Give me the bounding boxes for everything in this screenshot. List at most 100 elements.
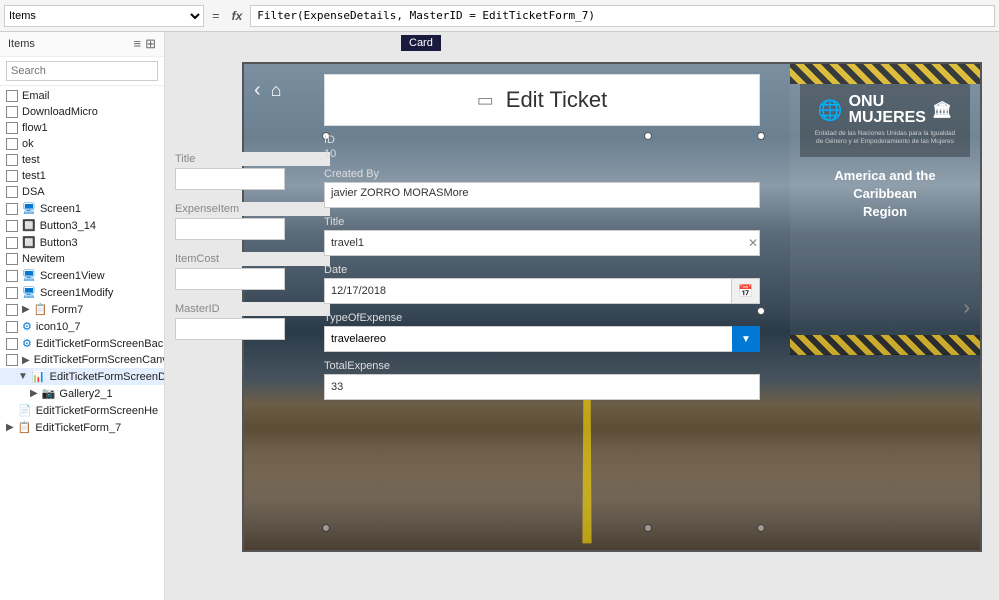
right-arrow-icon[interactable]: ›	[963, 297, 970, 320]
left-title-label: Title	[175, 152, 330, 166]
item-label: EditTicketFormScreenDataC	[50, 371, 164, 383]
checkbox[interactable]	[6, 186, 18, 198]
date-field: Date 📅	[324, 264, 760, 304]
left-panel-header: Items ≡ ⊞	[0, 32, 164, 57]
item-icon: 📄	[18, 404, 32, 417]
created-by-value: javier ZORRO MORASMore	[324, 182, 760, 208]
checkbox[interactable]	[6, 138, 18, 150]
left-title-input[interactable]	[175, 168, 285, 190]
checkbox[interactable]	[6, 90, 18, 102]
form-icon: 📋	[34, 303, 48, 316]
list-item[interactable]: ▶ 📷 Gallery2_1	[0, 385, 164, 402]
checkbox[interactable]	[6, 106, 18, 118]
item-label: Button3_14	[40, 220, 96, 232]
screen-icon: 🖥	[22, 202, 36, 215]
checkbox[interactable]	[6, 270, 18, 282]
list-item[interactable]: 🖥 Screen1	[0, 200, 164, 217]
checkbox[interactable]	[6, 203, 18, 215]
item-label: EditTicketForm_7	[35, 422, 121, 434]
checkbox[interactable]	[6, 122, 18, 134]
expand-icon[interactable]: ▼	[18, 371, 28, 382]
left-master-input[interactable]	[175, 318, 285, 340]
items-dropdown[interactable]: Items	[4, 5, 204, 27]
grid-view-icon[interactable]: ⊞	[145, 36, 156, 52]
list-item[interactable]: 🖥 Screen1View	[0, 267, 164, 284]
item-label: Button3	[40, 237, 78, 249]
left-expense-label: ExpenseItem	[175, 202, 330, 216]
list-item[interactable]: test	[0, 152, 164, 168]
created-by-field: Created By javier ZORRO MORASMore	[324, 168, 760, 208]
button-icon: 🔲	[22, 236, 36, 249]
item-label: Newitem	[22, 253, 65, 265]
list-item[interactable]: ok	[0, 136, 164, 152]
item-label: Screen1View	[40, 270, 105, 282]
list-item[interactable]: 📄 EditTicketFormScreenHe	[0, 402, 164, 419]
checkbox[interactable]	[6, 304, 18, 316]
item-label: EditTicketFormScreenCanvas_7	[34, 354, 164, 366]
left-expense-field: ExpenseItem	[175, 202, 330, 240]
list-item[interactable]: ⚙ icon10_7	[0, 318, 164, 335]
expand-icon[interactable]: ▶	[22, 304, 30, 315]
checkbox[interactable]	[6, 321, 18, 333]
list-item[interactable]: 🔲 Button3_14	[0, 217, 164, 234]
checkbox[interactable]	[6, 154, 18, 166]
list-item[interactable]: ▶ EditTicketFormScreenCanvas_7	[0, 352, 164, 368]
item-label: test1	[22, 170, 46, 182]
list-item[interactable]: ⚙ EditTicketFormScreenBack_25	[0, 335, 164, 352]
list-item[interactable]: 🖥 Screen1Modify	[0, 284, 164, 301]
item-label: Email	[22, 90, 50, 102]
list-view-icon[interactable]: ≡	[134, 36, 142, 52]
list-item[interactable]: ▶ 📋 EditTicketForm_7	[0, 419, 164, 436]
checkbox[interactable]	[6, 253, 18, 265]
list-item[interactable]: Email	[0, 88, 164, 104]
list-item[interactable]: DSA	[0, 184, 164, 200]
title-input[interactable]	[324, 230, 760, 256]
checkbox[interactable]	[6, 170, 18, 182]
item-label: Form7	[51, 304, 83, 316]
list-item[interactable]: DownloadMicro	[0, 104, 164, 120]
form-icon: 📋	[18, 421, 32, 434]
expand-icon[interactable]: ▶	[22, 355, 30, 366]
canvas-area: Card Title ExpenseItem ItemCost MasterID	[165, 32, 999, 600]
date-input[interactable]	[324, 278, 732, 304]
calendar-icon[interactable]: 📅	[732, 278, 760, 304]
title-clear-icon[interactable]: ✕	[748, 236, 758, 250]
checkbox[interactable]	[6, 338, 18, 350]
list-item[interactable]: test1	[0, 168, 164, 184]
list-item[interactable]: flow1	[0, 120, 164, 136]
type-select[interactable]: travelaereo	[324, 326, 760, 352]
expand-icon[interactable]: ▶	[6, 422, 14, 433]
left-expense-input[interactable]	[175, 218, 285, 240]
left-title-field: Title	[175, 152, 330, 190]
search-input[interactable]	[6, 61, 158, 81]
date-label: Date	[324, 264, 760, 276]
item-label: DownloadMicro	[22, 106, 98, 118]
equals-symbol: =	[208, 8, 224, 23]
left-cost-input[interactable]	[175, 268, 285, 290]
list-item[interactable]: 🔲 Button3	[0, 234, 164, 251]
checkbox[interactable]	[6, 220, 18, 232]
type-select-wrapper: travelaereo ▼	[324, 326, 760, 352]
edit-ticket-header: ▭ Edit Ticket	[324, 74, 760, 126]
search-box	[0, 57, 164, 86]
formula-input[interactable]	[250, 5, 995, 27]
item-label: EditTicketFormScreenBack_25	[36, 338, 164, 350]
panel-icons: ≡ ⊞	[134, 36, 157, 52]
checkbox[interactable]	[6, 287, 18, 299]
list-item[interactable]: ▼ 📊 EditTicketFormScreenDataC	[0, 368, 164, 385]
item-label: icon10_7	[36, 321, 81, 333]
icon-icon: ⚙	[22, 320, 32, 333]
home-button[interactable]: ⌂	[271, 80, 282, 101]
list-item[interactable]: Newitem	[0, 251, 164, 267]
expand-icon[interactable]: ▶	[30, 388, 38, 399]
checkbox[interactable]	[6, 354, 18, 366]
item-label: Gallery2_1	[59, 388, 112, 400]
card-label: Card	[401, 35, 441, 51]
total-input[interactable]	[324, 374, 760, 400]
back-button[interactable]: ‹	[254, 79, 261, 102]
app-frame: 🌐 ONU MUJERES 🏛 Entidad de las Naciones …	[242, 62, 982, 552]
checkbox[interactable]	[6, 237, 18, 249]
item-label: EditTicketFormScreenHe	[36, 405, 158, 417]
list-item[interactable]: ▶ 📋 Form7	[0, 301, 164, 318]
panel-title: Items	[8, 38, 35, 50]
